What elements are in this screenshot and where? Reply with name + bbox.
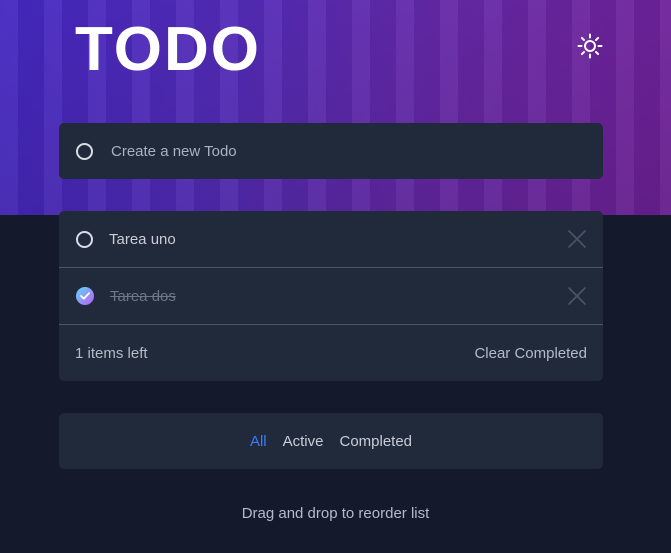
todo-item[interactable]: Tarea dos [59,268,603,325]
create-circle-icon[interactable] [76,142,93,160]
todo-label: Tarea dos [110,287,176,305]
items-left-count: 1 items left [75,344,148,362]
filter-active[interactable]: Active [283,433,324,450]
list-footer: 1 items left Clear Completed [59,325,603,381]
create-todo-input[interactable] [109,141,553,161]
clear-completed-button[interactable]: Clear Completed [474,345,587,362]
filter-all[interactable]: All [250,433,267,450]
theme-toggle-button[interactable] [574,30,606,62]
filter-completed[interactable]: Completed [339,433,412,450]
todo-checkbox[interactable] [76,230,93,248]
sun-icon [577,33,603,59]
close-icon[interactable] [567,229,587,249]
close-icon[interactable] [567,286,587,306]
todo-list: Tarea uno Tarea dos 1 items left Clear C… [59,211,603,381]
create-todo-bar [59,123,603,179]
todo-label: Tarea uno [109,230,176,248]
check-icon [80,292,90,300]
checked-checkbox[interactable] [76,287,94,305]
filter-bar: All Active Completed [59,413,603,469]
reorder-hint: Drag and drop to reorder list [241,505,430,522]
todo-item[interactable]: Tarea uno [59,211,603,268]
app-title: TODO [75,15,261,84]
